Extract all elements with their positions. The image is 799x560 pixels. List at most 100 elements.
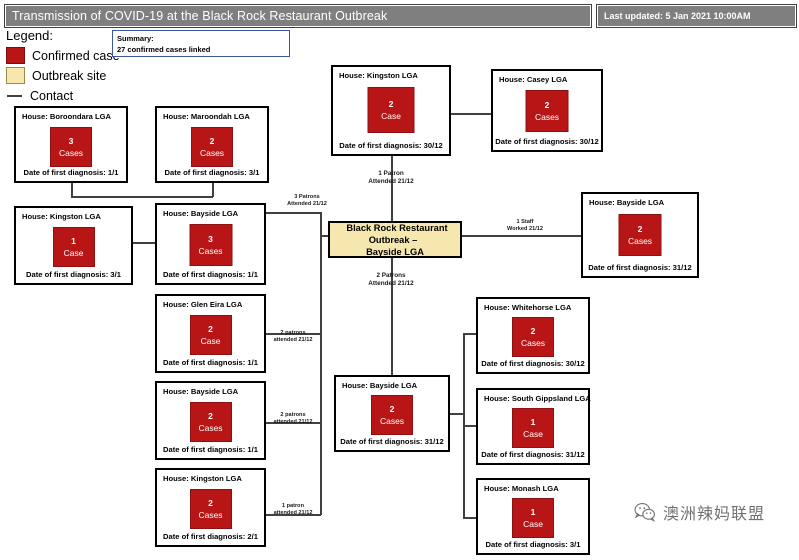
node-house-label: House: Kingston LGA <box>163 474 242 483</box>
node-south-gippsland[interactable]: House: South Gippsland LGA 1 Case Date o… <box>476 388 591 465</box>
edge-label-line2: attended 21/12 <box>273 510 313 516</box>
node-case-box: 1 Case <box>512 408 554 448</box>
node-case-word: Cases <box>534 112 560 122</box>
node-house-label: House: Bayside LGA <box>163 387 239 396</box>
node-bayside-right[interactable]: House: Bayside LGA 2 Cases Date of first… <box>581 192 699 278</box>
node-case-count: 3 <box>68 136 74 146</box>
node-outbreak-site[interactable]: Black Rock Restaurant Outbreak – Bayside… <box>328 221 462 258</box>
edge-label-line2: Attended 21/12 <box>368 280 414 287</box>
node-date: Date of first diagnosis: 1/1 <box>163 445 258 454</box>
edge-label-line2: Attended 21/12 <box>287 201 327 207</box>
legend-label-contact: Contact <box>30 88 74 103</box>
node-case-count: 2 <box>530 326 536 336</box>
edge-label-line2: Worked 21/12 <box>507 226 543 232</box>
node-house-label: House: Whitehorse LGA <box>484 303 572 312</box>
node-house-label: House: Bayside LGA <box>163 209 239 218</box>
edge-label-patrons-bottom: 2 Patrons Attended 21/12 <box>355 272 427 288</box>
node-case-box: 1 Case <box>512 498 554 538</box>
node-house-label: House: Kingston LGA <box>22 212 101 221</box>
edge-label-line2: attended 21/12 <box>273 337 313 343</box>
connector-baysidebottom-stub <box>450 413 464 415</box>
node-kingston-top[interactable]: House: Kingston LGA 2 Case Date of first… <box>331 65 451 156</box>
node-case-count: 1 <box>530 417 536 427</box>
edge-label-line1: 3 Patrons <box>294 194 320 200</box>
legend-item-contact: Contact <box>6 86 126 105</box>
node-case-word: Cases <box>627 236 653 246</box>
connector-boroondara-down <box>71 182 73 197</box>
legend-item-outbreak-site: Outbreak site <box>6 66 126 85</box>
wechat-icon <box>634 502 656 522</box>
node-bayside-bottom[interactable]: House: Bayside LGA 2 Cases Date of first… <box>334 375 450 452</box>
edge-label-patron-top: 1 Patron Attended 21/12 <box>355 170 427 186</box>
confirmed-case-swatch-icon <box>6 47 25 64</box>
node-case-box: 3 Cases <box>50 127 92 167</box>
connector-bus-to-outbreak <box>320 235 328 237</box>
node-case-box: 2 Cases <box>512 317 554 357</box>
node-date: Date of first diagnosis: 30/12 <box>481 359 585 368</box>
outbreak-label: Black Rock Restaurant Outbreak – Bayside… <box>330 222 460 258</box>
node-case-box: 2 Case <box>367 87 415 133</box>
node-whitehorse[interactable]: House: Whitehorse LGA 2 Cases Date of fi… <box>476 297 590 374</box>
node-case-count: 2 <box>637 224 643 234</box>
node-kingston-left[interactable]: House: Kingston LGA 1 Case Date of first… <box>14 206 133 285</box>
node-case-word: Cases <box>58 148 84 158</box>
edge-label-patrons-left: 3 Patrons Attended 21/12 <box>277 194 337 208</box>
node-case-box: 2 Cases <box>191 127 233 167</box>
node-case-box: 2 Cases <box>189 402 232 442</box>
node-glen-eira[interactable]: House: Glen Eira LGA 2 Case Date of firs… <box>155 294 266 373</box>
node-case-box: 3 Cases <box>189 224 232 266</box>
connector-baysideleft-stub <box>265 212 321 214</box>
node-case-word: Cases <box>198 510 223 520</box>
connector-bus-monash <box>463 517 476 519</box>
connector-maroondah-down <box>212 182 214 197</box>
node-house-label: House: Glen Eira LGA <box>163 300 243 309</box>
node-casey[interactable]: House: Casey LGA 2 Cases Date of first d… <box>491 69 603 152</box>
node-house-label: House: South Gippsland LGA <box>484 394 591 403</box>
node-case-word: Cases <box>198 423 223 433</box>
edge-label-line1: 1 Patron <box>378 170 404 177</box>
last-updated-bar: Last updated: 5 Jan 2021 10:00AM <box>596 4 797 28</box>
node-case-word: Case <box>523 429 543 439</box>
connector-upper-bus <box>71 196 213 198</box>
edge-label-line1: 1 Staff <box>516 219 534 225</box>
connector-outbreak-baysideright <box>462 235 581 237</box>
node-date: Date of first diagnosis: 30/12 <box>495 137 599 146</box>
node-case-count: 2 <box>544 100 550 110</box>
node-case-word: Cases <box>199 148 225 158</box>
page-title: Transmission of COVID-19 at the Black Ro… <box>12 9 388 23</box>
edge-label-line1: 1 patron <box>281 503 305 509</box>
connector-kingstontop-outbreak-v <box>391 156 393 222</box>
node-house-label: House: Bayside LGA <box>342 381 418 390</box>
node-case-box: 2 Case <box>189 315 232 355</box>
node-kingston-bottom[interactable]: House: Kingston LGA 2 Cases Date of firs… <box>155 468 266 547</box>
node-boroondara[interactable]: House: Boroondara LGA 3 Cases Date of fi… <box>14 106 128 183</box>
node-date: Date of first diagnosis: 31/12 <box>340 437 444 446</box>
connector-bus-southgippsland <box>463 425 476 427</box>
node-house-label: House: Boroondara LGA <box>22 112 112 121</box>
node-house-label: House: Kingston LGA <box>339 71 418 80</box>
node-case-count: 2 <box>208 498 213 508</box>
edge-label-line1: 2 patrons <box>280 412 306 418</box>
node-case-box: 2 Cases <box>618 214 662 256</box>
edge-label-staff-right: 1 Staff Worked 21/12 <box>495 219 555 233</box>
connector-kingstontop-casey <box>451 113 491 115</box>
connector-left-bus <box>320 212 322 515</box>
node-monash[interactable]: House: Monash LGA 1 Case Date of first d… <box>476 478 590 555</box>
node-case-word: Cases <box>379 416 405 426</box>
summary-box: Summary: 27 confirmed cases linked <box>112 30 290 57</box>
legend-item-confirmed-case: Confirmed case <box>6 46 126 65</box>
last-updated-text: Last updated: 5 Jan 2021 10:00AM <box>604 11 751 21</box>
node-case-box: 2 Cases <box>189 489 232 529</box>
edge-label-bayside-mid: 2 patrons attended 21/12 <box>268 412 318 426</box>
node-case-box: 2 Cases <box>525 90 569 132</box>
node-case-count: 1 <box>71 236 76 246</box>
node-case-word: Case <box>381 111 401 121</box>
outbreak-label-line1: Black Rock Restaurant Outbreak – <box>346 222 448 245</box>
node-date: Date of first diagnosis: 3/1 <box>485 540 581 549</box>
node-bayside-mid[interactable]: House: Bayside LGA 2 Cases Date of first… <box>155 381 266 460</box>
edge-label-line1: 2 Patrons <box>376 272 406 279</box>
node-bayside-left[interactable]: House: Bayside LGA 3 Cases Date of first… <box>155 203 266 285</box>
edge-label-line2: Attended 21/12 <box>368 178 414 185</box>
legend-label-outbreak-site: Outbreak site <box>32 68 107 83</box>
node-maroondah[interactable]: House: Maroondah LGA 2 Cases Date of fir… <box>155 106 269 183</box>
